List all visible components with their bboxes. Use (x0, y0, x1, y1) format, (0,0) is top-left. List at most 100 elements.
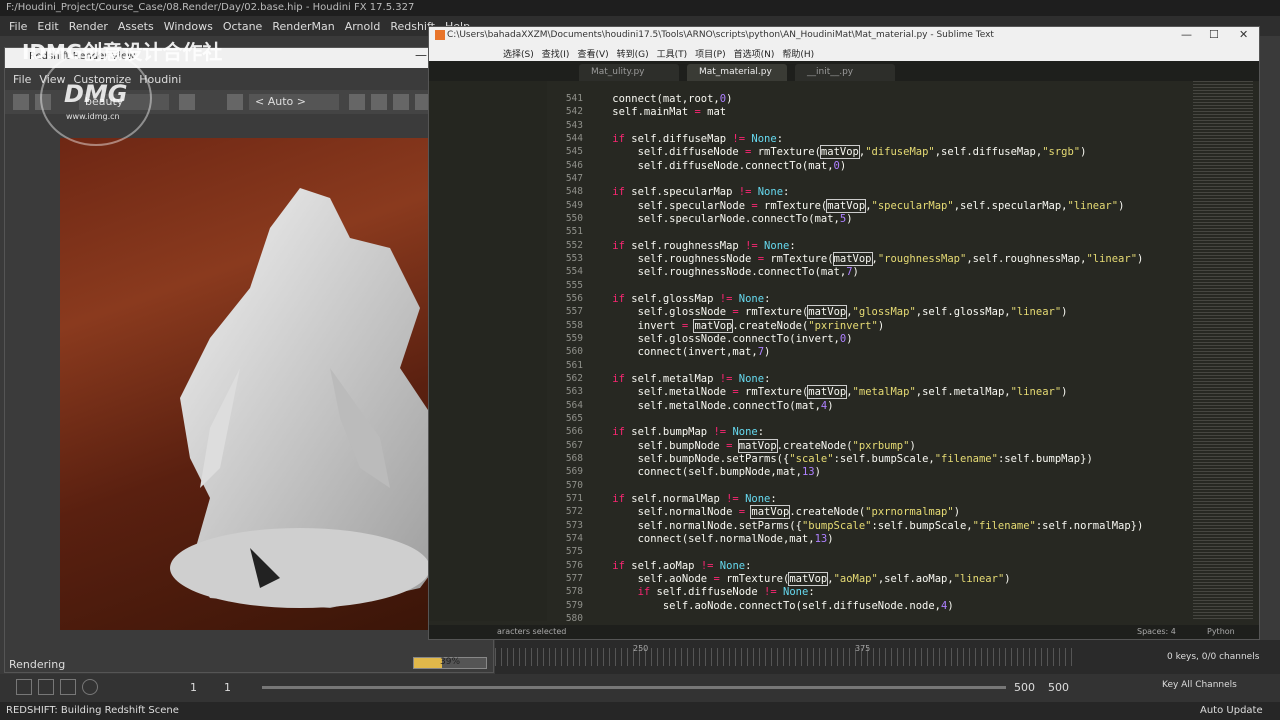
line-number: 559 (565, 332, 583, 344)
code-line[interactable]: if self.specularMap != None: (587, 186, 789, 199)
line-number: 545 (565, 146, 583, 158)
code-line[interactable]: if self.glossMap != None: (587, 293, 770, 306)
code-line[interactable]: self.aoNode.connectTo(self.diffuseNode.n… (587, 600, 954, 613)
code-line[interactable]: connect(self.bumpNode,mat,13) (587, 466, 821, 479)
code-line[interactable]: if self.roughnessMap != None: (587, 240, 795, 253)
menu-arnold[interactable]: Arnold (345, 20, 381, 33)
code-line[interactable]: self.diffuseNode.connectTo(mat,0) (587, 160, 847, 173)
render-canvas[interactable] (5, 114, 493, 654)
realtime-icon[interactable] (82, 679, 98, 695)
key-all-channels[interactable]: Key All Channels (1162, 680, 1237, 690)
menu-edit[interactable]: Edit (37, 20, 58, 33)
code-line[interactable]: if self.diffuseMap != None: (587, 133, 783, 146)
line-number: 554 (565, 266, 583, 278)
minimize-icon[interactable]: — (415, 48, 427, 62)
code-line[interactable]: if self.metalMap != None: (587, 373, 770, 386)
code-line[interactable]: connect(mat,root,0) (587, 93, 732, 106)
sub-menu-help[interactable]: 帮助(H) (782, 47, 814, 60)
sub-menu-project[interactable]: 项目(P) (695, 47, 725, 60)
syntax-status[interactable]: Python (1207, 627, 1235, 636)
render-progress-fill (414, 658, 443, 668)
code-line[interactable]: self.metalNode.connectTo(mat,4) (587, 400, 834, 413)
line-number: 552 (565, 239, 583, 251)
minimap[interactable] (1191, 81, 1259, 621)
tab-mat-ulity[interactable]: Mat_ulity.py (579, 64, 679, 81)
timeline[interactable]: 250 375 0 keys, 0/0 channels (495, 640, 1280, 674)
code-line[interactable]: self.normalNode.setParms({"bumpScale":se… (587, 520, 1144, 533)
sub-menu-find[interactable]: 查找(I) (542, 47, 570, 60)
code-line[interactable]: self.mainMat = mat (587, 106, 726, 119)
sub-menu-view[interactable]: 查看(V) (577, 47, 608, 60)
sublime-sidebar[interactable] (429, 81, 547, 621)
close-icon[interactable]: ✕ (1239, 28, 1248, 41)
sub-menu-prefs[interactable]: 首选项(N) (734, 47, 775, 60)
line-number: 551 (565, 226, 583, 238)
line-number: 542 (565, 106, 583, 118)
code-line[interactable]: if self.diffuseNode != None: (587, 586, 815, 599)
maximize-icon[interactable]: ☐ (1209, 28, 1219, 41)
line-number: 556 (565, 292, 583, 304)
code-line[interactable]: self.specularNode = rmTexture(matVop,"sp… (587, 198, 1124, 213)
code-line[interactable]: self.bumpNode = matVop.createNode("pxrbu… (587, 438, 916, 453)
frame-end-global[interactable]: 500 (1048, 681, 1069, 694)
tab-init[interactable]: __init__.py (795, 64, 895, 81)
frame-current[interactable]: 1 (224, 681, 231, 694)
code-line[interactable]: if self.bumpMap != None: (587, 426, 764, 439)
minimize-icon[interactable]: — (1181, 28, 1192, 41)
frame-start[interactable]: 1 (190, 681, 197, 694)
frame-end[interactable]: 500 (1014, 681, 1035, 694)
line-number: 555 (565, 279, 583, 291)
sub-menu-goto[interactable]: 转到(G) (617, 47, 649, 60)
settings-icon[interactable] (393, 94, 409, 110)
render-icon[interactable] (13, 94, 29, 110)
menu-renderman[interactable]: RenderMan (272, 20, 334, 33)
line-number: 565 (565, 412, 583, 424)
line-number: 566 (565, 426, 583, 438)
menu-file[interactable]: File (9, 20, 27, 33)
snapshot-icon[interactable] (179, 94, 195, 110)
indent-status[interactable]: Spaces: 4 (1137, 627, 1176, 636)
sub-menu-tools[interactable]: 工具(T) (657, 47, 688, 60)
code-line[interactable]: self.normalNode = matVop.createNode("pxr… (587, 505, 960, 520)
play-icon[interactable] (16, 679, 32, 695)
crop-icon[interactable] (227, 94, 243, 110)
frame-range-slider[interactable] (262, 686, 1006, 689)
menu-windows[interactable]: Windows (164, 20, 213, 33)
zoom-select[interactable]: < Auto > (249, 94, 339, 110)
code-line[interactable]: if self.aoMap != None: (587, 560, 751, 573)
code-line[interactable]: self.diffuseNode = rmTexture(matVop,"dif… (587, 145, 1086, 160)
tab-mat-material[interactable]: Mat_material.py (687, 64, 787, 81)
audio-icon[interactable] (38, 679, 54, 695)
sub-menu-select[interactable]: 选择(S) (503, 47, 534, 60)
timeline-ticks[interactable] (495, 648, 1075, 666)
code-editor[interactable]: connect(mat,root,0) self.mainMat = mat i… (587, 81, 1191, 621)
lock-icon[interactable] (349, 94, 365, 110)
auto-update-button[interactable]: Auto Update (1200, 705, 1263, 716)
line-number: 553 (565, 252, 583, 264)
menu-render[interactable]: Render (69, 20, 108, 33)
code-line[interactable]: connect(invert,mat,7) (587, 346, 771, 359)
code-line[interactable]: invert = matVop.createNode("pxrinvert") (587, 318, 884, 333)
rv-menu-file[interactable]: File (13, 73, 31, 86)
code-line[interactable]: self.roughnessNode.connectTo(mat,7) (587, 266, 859, 279)
line-number: 576 (565, 559, 583, 571)
loop-icon[interactable] (60, 679, 76, 695)
code-line[interactable]: connect(self.normalNode,mat,13) (587, 533, 834, 546)
code-line[interactable]: self.glossNode.connectTo(invert,0) (587, 333, 853, 346)
line-number: 547 (565, 172, 583, 184)
code-line[interactable]: if self.normalMap != None: (587, 493, 776, 506)
code-line[interactable]: self.roughnessNode = rmTexture(matVop,"r… (587, 251, 1143, 266)
keys-label: 0 keys, 0/0 channels (1167, 652, 1260, 662)
minimap-lines (1193, 81, 1253, 621)
sublime-title: C:\Users\bahadaXXZM\Documents\houdini17.… (429, 27, 1259, 45)
menu-octane[interactable]: Octane (223, 20, 263, 33)
grid-icon[interactable] (371, 94, 387, 110)
render-status-bar: Rendering 39% (5, 654, 493, 672)
code-line[interactable]: self.glossNode = rmTexture(matVop,"gloss… (587, 305, 1068, 320)
code-line[interactable]: self.bumpNode.setParms({"scale":self.bum… (587, 453, 1093, 466)
line-number: 573 (565, 519, 583, 531)
code-line[interactable]: self.metalNode = rmTexture(matVop,"metal… (587, 385, 1068, 400)
menu-assets[interactable]: Assets (118, 20, 154, 33)
code-line[interactable]: self.specularNode.connectTo(mat,5) (587, 213, 853, 226)
code-line[interactable]: self.aoNode = rmTexture(matVop,"aoMap",s… (587, 571, 1011, 586)
